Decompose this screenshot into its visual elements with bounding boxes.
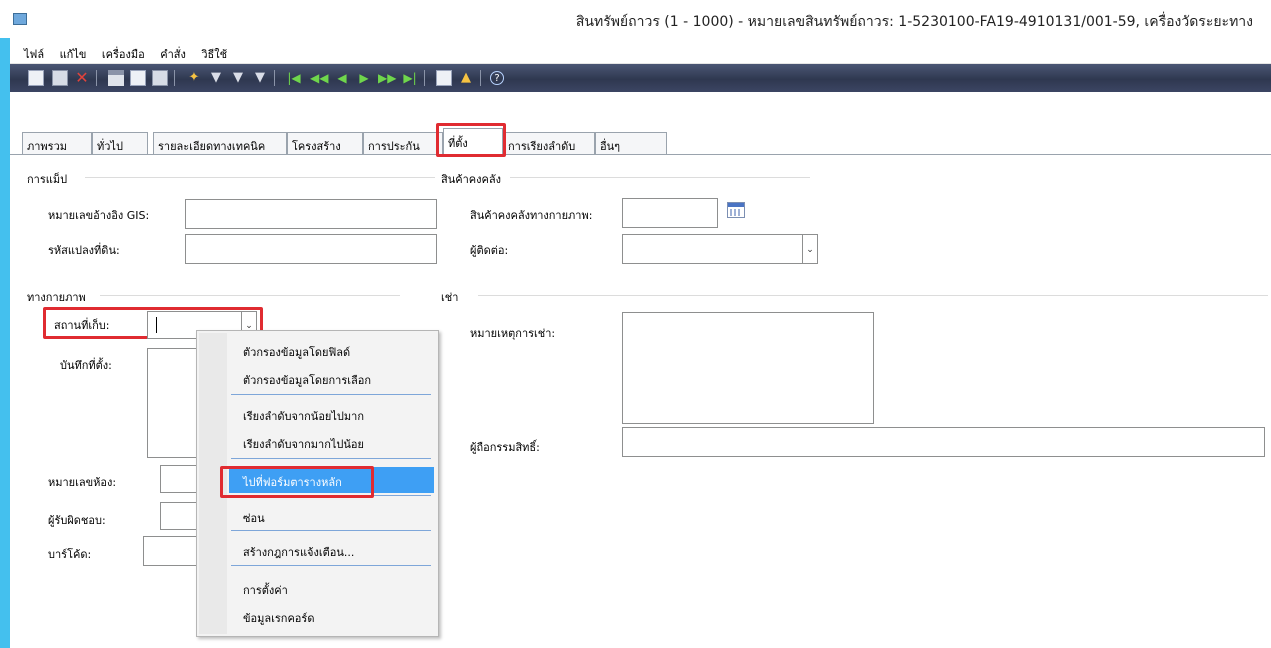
menu-item-hide[interactable]: ซ่อน — [229, 503, 434, 529]
owner-label: ผู้ถือกรรมสิทธิ์: — [470, 441, 540, 454]
filter-icon[interactable]: ✦ — [186, 70, 202, 86]
room-number-label: หมายเลขห้อง: — [48, 476, 117, 489]
advanced-filter-icon[interactable]: ▼ — [230, 70, 246, 86]
tab-structure[interactable]: โครงสร้าง — [287, 132, 363, 154]
tab-technical-details[interactable]: รายละเอียดทางเทคนิค — [153, 132, 287, 154]
menu-item-create-alert-rule[interactable]: สร้างกฎการแจ้งเตือน... — [229, 537, 434, 563]
lease-note-textarea[interactable] — [622, 312, 874, 424]
tab-other[interactable]: อื่นๆ — [595, 132, 667, 154]
attachment-icon[interactable] — [436, 70, 452, 86]
contact-label: ผู้ติดต่อ: — [470, 244, 509, 257]
tab-sorting[interactable]: การเรียงลำดับ — [503, 132, 595, 154]
calendar-icon[interactable] — [727, 202, 745, 218]
toolbar-separator — [96, 70, 97, 86]
menu-file[interactable]: ไฟล์ — [24, 45, 44, 63]
land-parcel-label: รหัสแปลงที่ดิน: — [48, 244, 120, 257]
lease-note-label: หมายเหตุการเช่า: — [470, 327, 556, 340]
print-icon[interactable] — [108, 70, 124, 86]
toolbar-separator — [274, 70, 275, 86]
previous-record-icon[interactable]: ◀ — [334, 70, 350, 86]
text-caret — [156, 317, 157, 333]
tab-border — [10, 154, 1271, 155]
menu-item-sort-ascending[interactable]: เรียงลำดับจากน้อยไปมาก — [229, 401, 434, 427]
app-icon[interactable] — [13, 13, 27, 25]
group-lease-title: เช่า — [441, 291, 459, 304]
physical-inventory-label: สินค้าคงคลังทางกายภาพ: — [470, 209, 593, 222]
barcode-label: บาร์โค้ด: — [48, 548, 92, 561]
export-icon[interactable] — [152, 70, 168, 86]
print-preview-icon[interactable] — [130, 70, 146, 86]
gis-reference-label: หมายเลขอ้างอิง GIS: — [48, 209, 150, 222]
location-note-label: บันทึกที่ตั้ง: — [60, 359, 112, 372]
remove-filter-icon[interactable]: ▼ — [252, 70, 268, 86]
land-parcel-input[interactable] — [185, 234, 437, 264]
toolbar-separator — [424, 70, 425, 86]
toolbar-separator — [174, 70, 175, 86]
form-content: ภาพรวม ทั่วไป รายละเอียดทางเทคนิค โครงสร… — [10, 92, 1271, 648]
menu-item-setup[interactable]: การตั้งค่า — [229, 575, 434, 601]
gis-reference-input[interactable] — [185, 199, 437, 229]
highlight-location-tab — [436, 123, 506, 157]
first-record-icon[interactable]: |◀ — [286, 70, 302, 86]
physical-inventory-date-input[interactable] — [622, 198, 718, 228]
highlight-go-to-main-table-form — [220, 466, 374, 498]
tab-insurance[interactable]: การประกัน — [363, 132, 443, 154]
responsible-label: ผู้รับผิดชอบ: — [48, 514, 106, 527]
menu-separator — [231, 394, 431, 395]
menu-tools[interactable]: เครื่องมือ — [102, 45, 145, 63]
new-icon[interactable] — [28, 70, 44, 86]
menu-help[interactable]: วิธีใช้ — [201, 45, 227, 63]
alert-icon[interactable]: ▲ — [458, 70, 474, 86]
group-inventory-divider — [510, 177, 810, 178]
previous-page-icon[interactable]: ◀◀ — [310, 70, 328, 86]
tab-strip: ภาพรวม ทั่วไป รายละเอียดทางเทคนิค โครงสร… — [10, 128, 1271, 154]
menu-item-filter-by-selection[interactable]: ตัวกรองข้อมูลโดยการเลือก — [229, 365, 434, 391]
chevron-down-icon[interactable]: ⌄ — [802, 235, 817, 263]
contact-combo[interactable]: ⌄ — [622, 234, 818, 264]
group-inventory-title: สินค้าคงคลัง — [441, 173, 501, 186]
menu-separator — [231, 458, 431, 459]
application-window: สินทรัพย์ถาวร (1 - 1000) - หมายเลขสินทรั… — [0, 0, 1271, 648]
tab-overview[interactable]: ภาพรวม — [22, 132, 92, 154]
last-record-icon[interactable]: ▶| — [402, 70, 418, 86]
toolbar: ✕ ✦ ▼ ▼ ▼ |◀ ◀◀ ◀ ▶ ▶▶ ▶| ▲ ? — [10, 64, 1271, 92]
menu-edit[interactable]: แก้ไข — [60, 45, 87, 63]
delete-icon[interactable]: ✕ — [74, 70, 90, 86]
toolbar-separator — [480, 70, 481, 86]
window-title: สินทรัพย์ถาวร (1 - 1000) - หมายเลขสินทรั… — [575, 14, 1253, 30]
menu-command[interactable]: คำสั่ง — [160, 45, 186, 63]
group-physical-divider — [100, 295, 400, 296]
menu-item-record-info[interactable]: ข้อมูลเรกคอร์ด — [229, 603, 434, 629]
group-mapping-divider — [85, 177, 435, 178]
menu-item-filter-by-field[interactable]: ตัวกรองข้อมูลโดยฟิลด์ — [229, 337, 434, 363]
next-record-icon[interactable]: ▶ — [356, 70, 372, 86]
filter-by-selection-icon[interactable]: ▼ — [208, 70, 224, 86]
menu-separator — [231, 565, 431, 566]
group-mapping-title: การแม็ป — [27, 173, 68, 186]
tab-general[interactable]: ทั่วไป — [92, 132, 148, 154]
menu-bar: ไฟล์ แก้ไข เครื่องมือ คำสั่ง วิธีใช้ — [10, 38, 1271, 64]
group-physical-title: ทางกายภาพ — [27, 291, 86, 304]
title-bar: สินทรัพย์ถาวร (1 - 1000) - หมายเลขสินทรั… — [0, 0, 1271, 38]
menu-separator — [231, 530, 431, 531]
next-page-icon[interactable]: ▶▶ — [378, 70, 396, 86]
group-lease-divider — [478, 295, 1268, 296]
help-icon[interactable]: ? — [490, 71, 504, 85]
menu-item-sort-descending[interactable]: เรียงลำดับจากมากไปน้อย — [229, 429, 434, 455]
owner-input[interactable] — [622, 427, 1265, 457]
save-icon[interactable] — [52, 70, 68, 86]
